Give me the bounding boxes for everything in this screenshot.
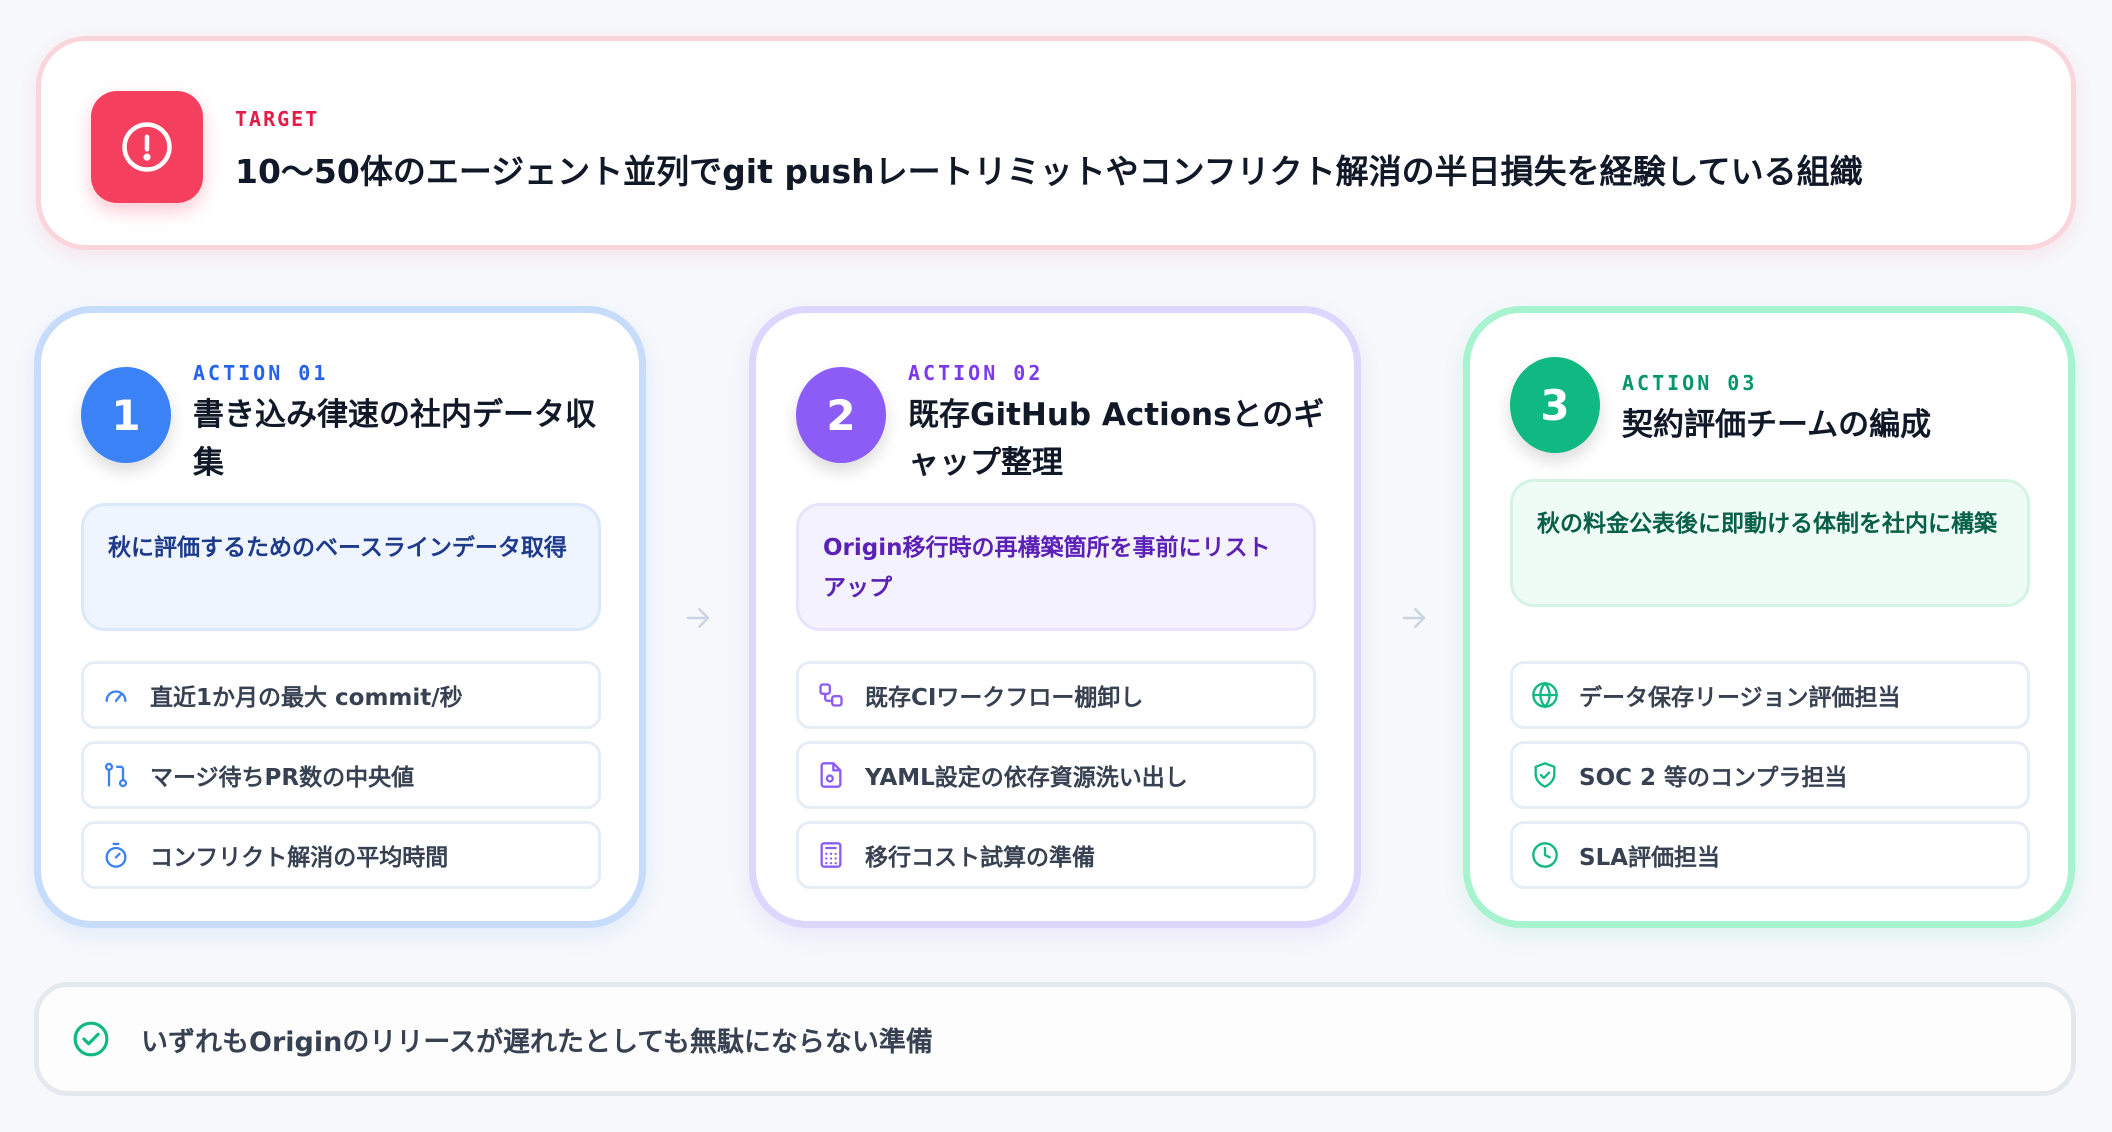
arrow-right-icon — [1394, 594, 1434, 642]
stopwatch-icon — [100, 839, 132, 871]
footer-note: いずれもOriginのリリースが遅れたとしても無駄にならない準備 — [34, 982, 2076, 1096]
checklist-item: マージ待ちPR数の中央値 — [81, 741, 601, 809]
arrow-right-icon — [678, 594, 718, 642]
step-number-badge: 2 — [796, 367, 886, 463]
checklist-item-label: 移行コスト試算の準備 — [865, 845, 1095, 871]
checklist-item-label: SLA評価担当 — [1579, 845, 1721, 871]
gauge-icon — [100, 679, 132, 711]
checklist-item: 既存CIワークフロー棚卸し — [796, 661, 1316, 729]
checklist-item-label: データ保存リージョン評価担当 — [1579, 685, 1901, 711]
checklist-item-label: コンフリクト解消の平均時間 — [150, 845, 449, 871]
checklist-item: データ保存リージョン評価担当 — [1510, 661, 2030, 729]
action-checklist: 既存CIワークフロー棚卸し YAML設定の依存資源洗い出し 移行コスト試算の準備 — [796, 661, 1316, 901]
step-number-badge: 3 — [1510, 357, 1600, 453]
checklist-item: YAML設定の依存資源洗い出し — [796, 741, 1316, 809]
action-checklist: 直近1か月の最大 commit/秒 マージ待ちPR数の中央値 コンフリクト解消の… — [81, 661, 601, 901]
action-goal: 秋に評価するためのベースラインデータ取得 — [81, 503, 601, 631]
step-number-badge: 1 — [81, 367, 171, 463]
alert-icon — [91, 91, 203, 203]
file-cog-icon — [815, 759, 847, 791]
checklist-item-label: 直近1か月の最大 commit/秒 — [150, 685, 463, 711]
target-banner: TARGET 10〜50体のエージェント並列でgit pushレートリミットやコ… — [36, 36, 2076, 250]
checklist-item: 移行コスト試算の準備 — [796, 821, 1316, 889]
git-pull-request-icon — [100, 759, 132, 791]
calculator-icon — [815, 839, 847, 871]
checklist-item-label: マージ待ちPR数の中央値 — [150, 765, 415, 791]
checklist-item: 直近1か月の最大 commit/秒 — [81, 661, 601, 729]
action-kicker: ACTION 03 — [1622, 371, 1758, 395]
checklist-item: SOC 2 等のコンプラ担当 — [1510, 741, 2030, 809]
workflow-icon — [815, 679, 847, 711]
action-card-2: 2 ACTION 02 既存GitHub Actionsとのギャップ整理 Ori… — [749, 306, 1361, 928]
action-goal: 秋の料金公表後に即動ける体制を社内に構築 — [1510, 479, 2030, 607]
target-kicker: TARGET — [235, 107, 320, 131]
globe-icon — [1529, 679, 1561, 711]
check-circle-icon — [71, 1019, 111, 1059]
action-checklist: データ保存リージョン評価担当 SOC 2 等のコンプラ担当 SLA評価担当 — [1510, 661, 2030, 901]
checklist-item-label: YAML設定の依存資源洗い出し — [865, 765, 1188, 791]
action-kicker: ACTION 02 — [908, 361, 1044, 385]
checklist-item: SLA評価担当 — [1510, 821, 2030, 889]
action-card-1: 1 ACTION 01 書き込み律速の社内データ収集 秋に評価するためのベースラ… — [34, 306, 646, 928]
checklist-item-label: SOC 2 等のコンプラ担当 — [1579, 765, 1848, 791]
clock-icon — [1529, 839, 1561, 871]
action-goal: Origin移行時の再構築箇所を事前にリストアップ — [796, 503, 1316, 631]
footer-text: いずれもOriginのリリースが遅れたとしても無駄にならない準備 — [141, 1026, 933, 1058]
checklist-item-label: 既存CIワークフロー棚卸し — [865, 685, 1144, 711]
action-title: 書き込み律速の社内データ収集 — [193, 397, 596, 481]
checklist-item: コンフリクト解消の平均時間 — [81, 821, 601, 889]
action-card-3: 3 ACTION 03 契約評価チームの編成 秋の料金公表後に即動ける体制を社内… — [1463, 306, 2075, 928]
shield-check-icon — [1529, 759, 1561, 791]
target-title: 10〜50体のエージェント並列でgit pushレートリミットやコンフリクト解消… — [235, 152, 1863, 191]
action-title: 契約評価チームの編成 — [1622, 407, 1932, 443]
action-title: 既存GitHub Actionsとのギャップ整理 — [908, 397, 1325, 481]
action-kicker: ACTION 01 — [193, 361, 329, 385]
